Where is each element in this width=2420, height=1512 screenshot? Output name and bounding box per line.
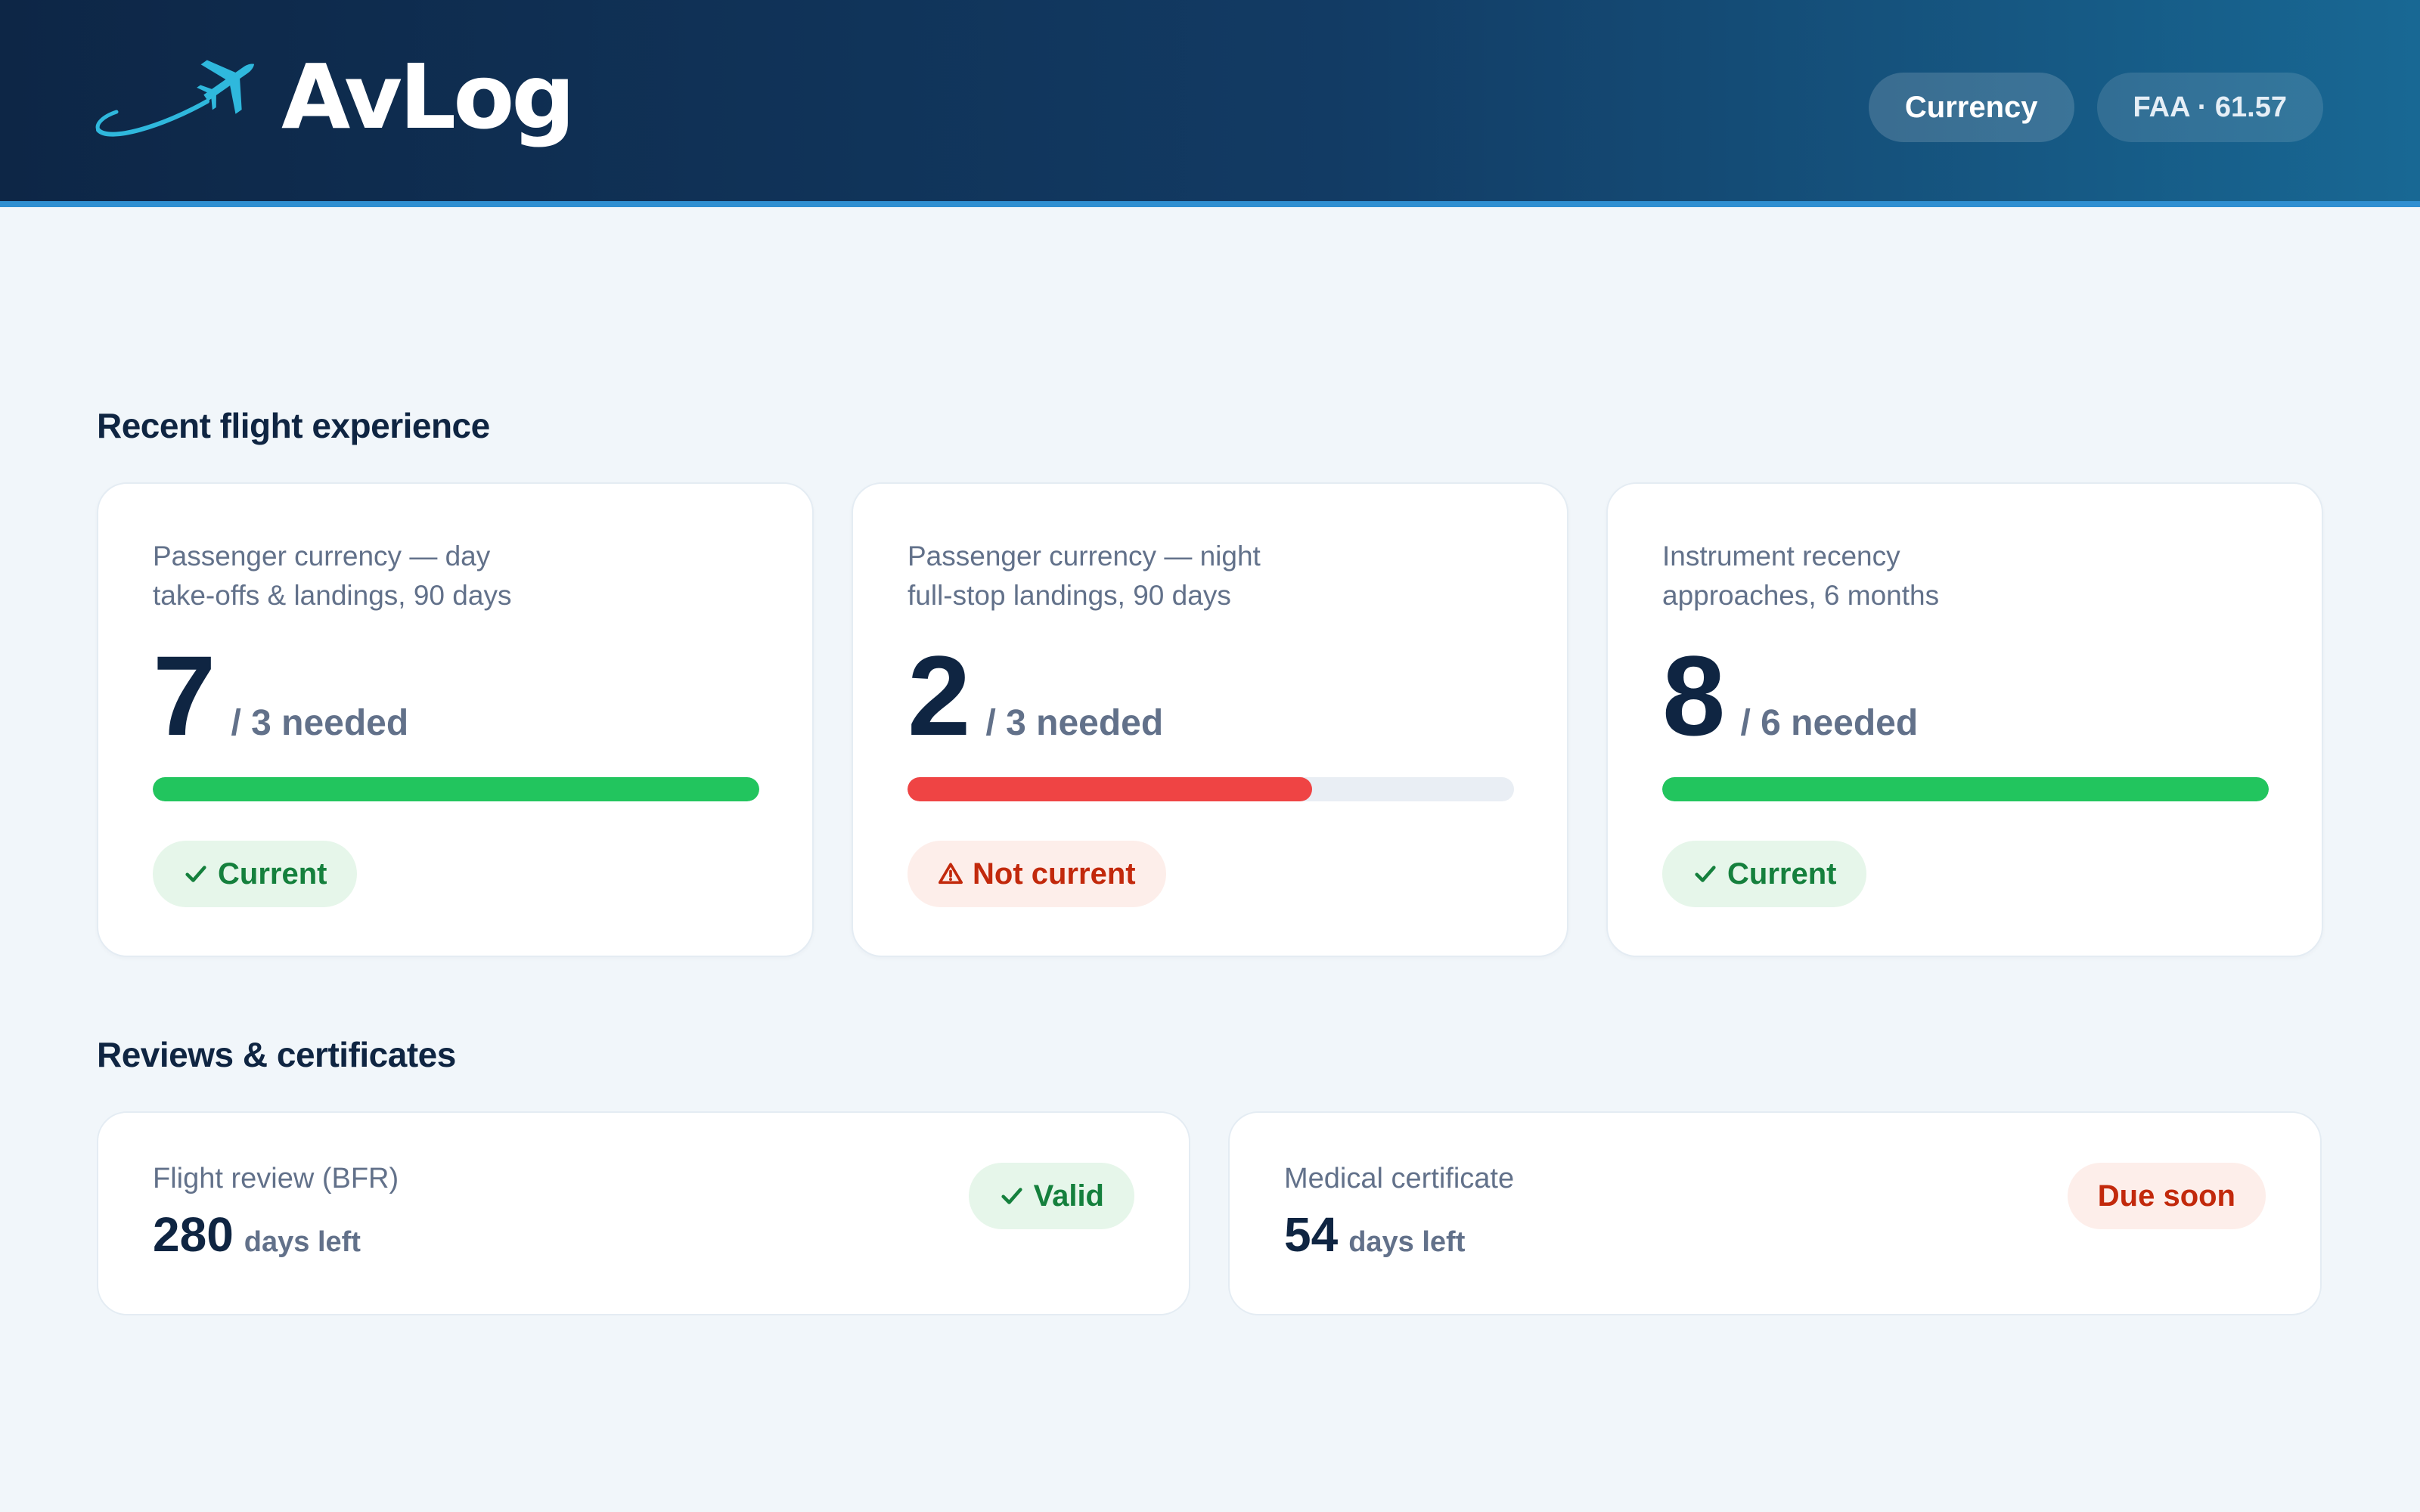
regulation-pill[interactable]: FAA · 61.57	[2096, 73, 2323, 142]
review-cards: Flight review (BFR) 280 days left Valid …	[97, 1111, 2322, 1315]
status-label: Valid	[1033, 1179, 1104, 1213]
progress-bar	[153, 777, 759, 801]
recent-experience-title: Recent flight experience	[97, 406, 490, 445]
status-label: Current	[1727, 857, 1837, 891]
card-metric: 2 / 3 needed	[908, 639, 1163, 752]
checkmark-icon	[1695, 866, 1716, 882]
card-metric: 8 / 6 needed	[1662, 639, 1918, 752]
status-badge: Valid	[968, 1163, 1134, 1229]
card-metric: 7 / 3 needed	[153, 639, 408, 752]
days-count: 280	[153, 1207, 234, 1262]
metric-value: 7	[153, 632, 216, 759]
status-badge: Current	[1662, 841, 1867, 907]
progress-bar	[1662, 777, 2269, 801]
app-name: AvLog	[281, 45, 576, 149]
card-title-line1: Passenger currency — day	[153, 541, 491, 572]
metric-value: 8	[1662, 632, 1725, 759]
days-left: 280 days left	[153, 1207, 361, 1263]
days-unit: days left	[1348, 1226, 1466, 1258]
reviews-title: Reviews & certificates	[97, 1035, 456, 1074]
days-count: 54	[1284, 1207, 1339, 1262]
card-title-line1: Instrument recency	[1662, 541, 1900, 572]
card-title-line2: approaches, 6 months	[1662, 580, 1940, 611]
currency-cards: Passenger currency — day take-offs & lan…	[97, 482, 2323, 957]
card-title: Passenger currency — day take-offs & lan…	[153, 537, 511, 615]
app-header: AvLog Currency FAA · 61.57	[0, 0, 2420, 207]
status-label: Current	[218, 857, 327, 891]
metric-needed: / 3 needed	[985, 703, 1164, 743]
review-card-medical[interactable]: Medical certificate 54 days left Due soo…	[1228, 1111, 2322, 1315]
card-title-line2: full-stop landings, 90 days	[908, 580, 1231, 611]
warning-triangle-icon	[938, 863, 963, 885]
progress-fill	[908, 777, 1312, 801]
review-label: Flight review (BFR)	[153, 1163, 399, 1194]
currency-pill[interactable]: Currency	[1868, 73, 2074, 142]
currency-card-instrument[interactable]: Instrument recency approaches, 6 months …	[1606, 482, 2323, 957]
days-left: 54 days left	[1284, 1207, 1465, 1263]
app-logo[interactable]: AvLog	[94, 45, 576, 149]
progress-fill	[1662, 777, 2269, 801]
status-badge: Current	[153, 841, 358, 907]
currency-card-night[interactable]: Passenger currency — night full-stop lan…	[852, 482, 1568, 957]
progress-fill	[153, 777, 759, 801]
currency-card-day[interactable]: Passenger currency — day take-offs & lan…	[97, 482, 814, 957]
status-label: Due soon	[2097, 1179, 2235, 1213]
checkmark-icon	[185, 866, 206, 882]
metric-needed: / 3 needed	[231, 703, 409, 743]
status-badge: Not current	[908, 841, 1166, 907]
status-label: Not current	[973, 857, 1136, 891]
card-title-line2: take-offs & landings, 90 days	[153, 580, 512, 611]
review-card-flight-review[interactable]: Flight review (BFR) 280 days left Valid	[97, 1111, 1190, 1315]
metric-needed: / 6 needed	[1740, 703, 1919, 743]
progress-bar	[908, 777, 1514, 801]
status-badge: Due soon	[2067, 1163, 2266, 1229]
days-unit: days left	[244, 1226, 361, 1258]
card-title: Passenger currency — night full-stop lan…	[908, 537, 1261, 615]
card-title-line1: Passenger currency — night	[908, 541, 1261, 572]
metric-value: 2	[908, 632, 970, 759]
review-label: Medical certificate	[1284, 1163, 1515, 1194]
card-title: Instrument recency approaches, 6 months	[1662, 537, 1939, 615]
header-pills: Currency FAA · 61.57	[1868, 73, 2323, 142]
airplane-icon	[95, 60, 255, 137]
checkmark-icon	[1001, 1188, 1022, 1204]
